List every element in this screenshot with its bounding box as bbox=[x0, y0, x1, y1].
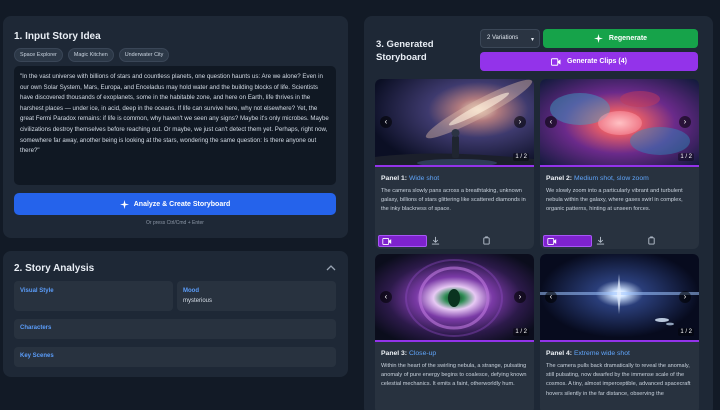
panel-2-actions bbox=[543, 235, 698, 247]
generate-clip-button[interactable] bbox=[378, 235, 427, 247]
variation-counter: 1 / 2 bbox=[678, 328, 694, 336]
storyboard-title-line1: 3. Generated bbox=[376, 39, 434, 50]
variations-value: 2 Variations bbox=[487, 35, 519, 41]
shortcut-hint: Or press Ctrl/Cmd + Enter bbox=[146, 220, 204, 226]
storyboard-panel-3: ‹ › 1 / 2 Panel 3: Close-up Within the h… bbox=[375, 254, 534, 410]
panel-2-description: We slowly zoom into a particularly vibra… bbox=[546, 188, 683, 213]
video-icon bbox=[551, 57, 561, 66]
next-arrow-icon[interactable]: › bbox=[679, 116, 691, 128]
panel-4-image: ‹ › 1 / 2 bbox=[540, 254, 699, 342]
panel-4-description: The camera pulls back dramatically to re… bbox=[546, 363, 691, 397]
storyboard-panel-4: ‹ › 1 / 2 Panel 4: Extreme wide shot The… bbox=[540, 254, 699, 410]
nebula-image bbox=[540, 79, 699, 165]
analysis-section-title: 2. Story Analysis bbox=[14, 263, 95, 274]
sparkle-icon bbox=[593, 34, 603, 43]
chip-magic-kitchen[interactable]: Magic Kitchen bbox=[67, 48, 114, 62]
panel-1-image: ‹ › 1 / 2 bbox=[375, 79, 534, 167]
chip-underwater-city[interactable]: Underwater City bbox=[118, 48, 170, 62]
prev-arrow-icon[interactable]: ‹ bbox=[380, 116, 392, 128]
input-section-title: 1. Input Story Idea bbox=[14, 31, 101, 42]
prev-arrow-icon[interactable]: ‹ bbox=[545, 116, 557, 128]
storyboard-panel-2: ‹ › 1 / 2 Panel 2: Medium shot, slow zoo… bbox=[540, 79, 699, 249]
panel-3-title: Panel 3: Close-up bbox=[381, 350, 437, 357]
characters-label: Characters bbox=[20, 325, 52, 331]
copy-icon[interactable] bbox=[647, 236, 656, 245]
copy-icon[interactable] bbox=[482, 236, 491, 245]
example-chips: Space Explorer Magic Kitchen Underwater … bbox=[14, 48, 170, 62]
download-icon[interactable] bbox=[596, 236, 605, 245]
mood-label: Mood bbox=[183, 288, 199, 294]
variation-counter: 1 / 2 bbox=[678, 153, 694, 161]
characters-box: Characters bbox=[14, 319, 336, 339]
visual-style-label: Visual Style bbox=[20, 288, 54, 294]
analyze-button[interactable]: Analyze & Create Storyboard bbox=[14, 193, 336, 215]
generate-clips-button[interactable]: Generate Clips (4) bbox=[480, 52, 698, 71]
generate-clips-label: Generate Clips (4) bbox=[567, 58, 627, 65]
variation-counter: 1 / 2 bbox=[513, 153, 529, 161]
next-arrow-icon[interactable]: › bbox=[514, 291, 526, 303]
panel-1-actions bbox=[378, 235, 533, 247]
prev-arrow-icon[interactable]: ‹ bbox=[545, 291, 557, 303]
key-scenes-label: Key Scenes bbox=[20, 353, 54, 359]
regenerate-label: Regenerate bbox=[608, 35, 648, 42]
video-icon bbox=[382, 238, 392, 245]
chevron-down-icon: ▾ bbox=[530, 37, 534, 43]
app-page: 1. Input Story Idea Space Explorer Magic… bbox=[0, 0, 720, 410]
generate-clip-button[interactable] bbox=[543, 235, 592, 247]
panel-3-description: Within the heart of the swirling nebula,… bbox=[381, 363, 527, 388]
panel-4-title: Panel 4: Extreme wide shot bbox=[546, 350, 630, 357]
galaxy-image bbox=[375, 79, 534, 165]
spacecraft-image bbox=[540, 254, 699, 340]
panel-3-image: ‹ › 1 / 2 bbox=[375, 254, 534, 342]
analyze-button-label: Analyze & Create Storyboard bbox=[133, 200, 231, 208]
panel-1-description: The camera slowly pans across a breathta… bbox=[381, 188, 526, 213]
download-icon[interactable] bbox=[431, 236, 440, 245]
anomaly-image bbox=[375, 254, 534, 340]
variation-counter: 1 / 2 bbox=[513, 328, 529, 336]
mood-value: mysterious bbox=[183, 298, 213, 304]
video-icon bbox=[547, 238, 557, 245]
visual-style-box: Visual Style bbox=[14, 281, 173, 311]
panel-2-title: Panel 2: Medium shot, slow zoom bbox=[546, 175, 649, 182]
variations-select[interactable]: 2 Variations ▾ bbox=[480, 29, 540, 48]
mood-box: Mood mysterious bbox=[177, 281, 336, 311]
key-scenes-box: Key Scenes bbox=[14, 347, 336, 367]
storyboard-title-line2: Storyboard bbox=[376, 52, 427, 63]
sparkle-icon bbox=[119, 199, 129, 209]
prev-arrow-icon[interactable]: ‹ bbox=[380, 291, 392, 303]
story-textarea[interactable]: "In the vast universe with billions of s… bbox=[14, 66, 336, 185]
storyboard-panel-1: ‹ › 1 / 2 Panel 1: Wide shot The camera … bbox=[375, 79, 534, 249]
panel-1-title: Panel 1: Wide shot bbox=[381, 175, 440, 182]
panel-2-image: ‹ › 1 / 2 bbox=[540, 79, 699, 167]
chip-space-explorer[interactable]: Space Explorer bbox=[14, 48, 63, 62]
next-arrow-icon[interactable]: › bbox=[514, 116, 526, 128]
chevron-up-icon[interactable] bbox=[326, 263, 336, 273]
next-arrow-icon[interactable]: › bbox=[679, 291, 691, 303]
regenerate-button[interactable]: Regenerate bbox=[543, 29, 698, 48]
